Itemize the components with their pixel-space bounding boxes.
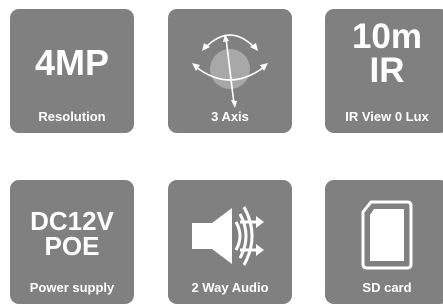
sd-card-caption: SD card (362, 280, 412, 295)
axis-caption: 3 Axis (211, 109, 249, 124)
feature-tile-resolution: 4MP Resolution (10, 9, 134, 133)
feature-tile-ir: 10m IR IR View 0 Lux (325, 9, 443, 133)
resolution-value: 4MP (34, 42, 110, 83)
ir-caption: IR View 0 Lux (345, 109, 429, 124)
ir-label: IR (369, 51, 405, 90)
power-caption: Power supply (29, 280, 115, 295)
feature-tile-power: DC12V POE Power supply (10, 180, 134, 304)
ir-distance-value: 10m (351, 17, 423, 56)
feature-tile-audio: 2 Way Audio (168, 180, 292, 304)
power-poe-value: POE (44, 231, 100, 261)
feature-tile-sd-card: SD card (325, 180, 443, 304)
audio-caption: 2 Way Audio (191, 280, 269, 295)
resolution-caption: Resolution (38, 109, 106, 124)
feature-tile-3-axis: 3 Axis (168, 9, 292, 133)
